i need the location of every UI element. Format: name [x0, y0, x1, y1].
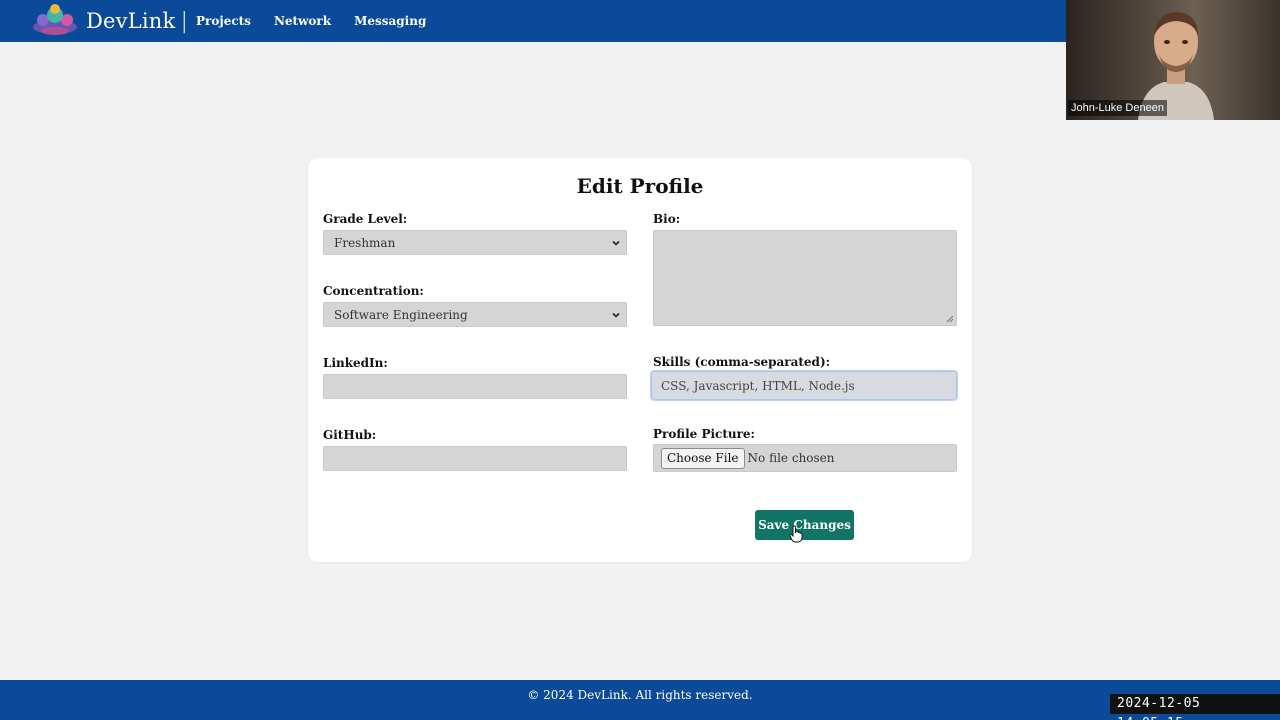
- choose-file-button[interactable]: Choose File: [661, 447, 745, 469]
- linkedin-input[interactable]: [323, 374, 627, 399]
- grade-level-label: Grade Level:: [323, 212, 408, 226]
- page-title: Edit Profile: [576, 174, 704, 198]
- concentration-label: Concentration:: [323, 284, 424, 298]
- edit-profile-card: Edit Profile Grade Level: Freshman Conce…: [308, 158, 972, 562]
- github-label: GitHub:: [323, 428, 377, 442]
- brand-name: DevLink: [86, 9, 176, 33]
- devlink-logo-icon: [30, 3, 80, 39]
- profile-picture-label: Profile Picture:: [653, 427, 755, 441]
- skills-label: Skills (comma-separated):: [653, 355, 831, 369]
- footer-copyright: © 2024 DevLink. All rights reserved.: [527, 688, 753, 702]
- participant-name-label: John-Luke Deneen: [1068, 100, 1167, 116]
- bio-label: Bio:: [653, 212, 681, 226]
- concentration-select[interactable]: Software Engineering: [323, 302, 627, 327]
- footer: © 2024 DevLink. All rights reserved.: [0, 680, 1280, 720]
- nav-link-messaging[interactable]: Messaging: [354, 14, 426, 28]
- linkedin-label: LinkedIn:: [323, 356, 388, 370]
- video-call-tile: John-Luke Deneen: [1066, 0, 1280, 120]
- profile-picture-file-input[interactable]: Choose File No file chosen: [653, 444, 957, 472]
- chevron-down-icon: [612, 240, 620, 246]
- file-status-text: No file chosen: [747, 451, 835, 465]
- nav-link-projects[interactable]: Projects: [196, 14, 251, 28]
- grade-level-value: Freshman: [334, 235, 396, 250]
- chevron-down-icon: [612, 312, 620, 318]
- bio-textarea[interactable]: [653, 230, 957, 326]
- grade-level-select[interactable]: Freshman: [323, 230, 627, 255]
- nav-links: Projects Network Messaging: [196, 0, 449, 42]
- recording-timestamp: 2024-12-05 14:05:15: [1110, 694, 1280, 720]
- concentration-value: Software Engineering: [334, 307, 468, 322]
- resize-grip-icon[interactable]: [946, 315, 954, 323]
- brand-separator: |: [180, 8, 188, 34]
- save-changes-button[interactable]: Save Changes: [755, 510, 854, 540]
- skills-input[interactable]: CSS, Javascript, HTML, Node.js: [651, 371, 957, 400]
- github-input[interactable]: [323, 446, 627, 471]
- nav-link-network[interactable]: Network: [274, 14, 331, 28]
- hand-cursor-icon: [789, 525, 803, 543]
- brand[interactable]: DevLink |: [30, 2, 188, 40]
